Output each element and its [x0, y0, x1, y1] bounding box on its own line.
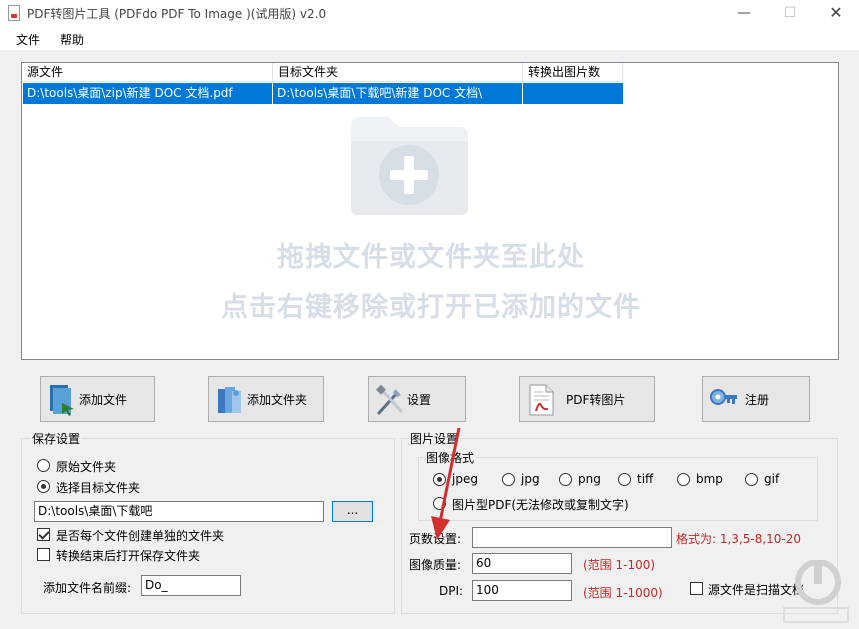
- pages-input[interactable]: [472, 527, 672, 548]
- radio-format-png[interactable]: [559, 473, 572, 486]
- tools-icon: [376, 384, 403, 415]
- radio-format-jpg[interactable]: [502, 473, 515, 486]
- maximize-button[interactable]: ☐: [767, 0, 813, 26]
- window-title: PDF转图片工具 (PDFdo PDF To Image )(试用版) v2.0: [27, 7, 327, 21]
- settings-button[interactable]: 设置: [368, 376, 466, 422]
- add-file-button[interactable]: 添加文件: [40, 376, 155, 422]
- cell-target: D:\tools\桌面\下载吧\新建 DOC 文档\: [273, 83, 523, 104]
- format-gif-label: gif: [764, 472, 780, 486]
- convert-label: PDF转图片: [566, 393, 626, 407]
- minimize-button[interactable]: —: [721, 0, 767, 26]
- add-folder-label: 添加文件夹: [247, 393, 308, 407]
- scanned-checkbox[interactable]: [690, 582, 703, 595]
- column-source[interactable]: 源文件: [22, 63, 273, 82]
- column-image-count[interactable]: 转换出图片数: [523, 63, 623, 82]
- radio-format-gif[interactable]: [745, 473, 758, 486]
- add-folder-icon: [218, 387, 241, 413]
- settings-label: 设置: [407, 393, 432, 407]
- target-folder-label: 选择目标文件夹: [56, 481, 141, 495]
- dpi-input[interactable]: 100: [472, 580, 572, 601]
- drop-hint-line1: 拖拽文件或文件夹至此处: [277, 242, 585, 273]
- register-label: 注册: [745, 393, 770, 407]
- key-icon: [710, 389, 737, 405]
- quality-hint: (范围 1-100): [583, 558, 656, 572]
- open-after-label: 转换结束后打开保存文件夹: [56, 549, 201, 563]
- register-button[interactable]: 注册: [702, 376, 810, 422]
- table-row[interactable]: D:\tools\桌面\zip\新建 DOC 文档.pdf D:\tools\桌…: [23, 83, 623, 104]
- pdf-image-label: 图片型PDF(无法修改或复制文字): [452, 498, 629, 512]
- create-folder-checkbox[interactable]: [37, 528, 50, 541]
- list-header: 源文件 目标文件夹 转换出图片数: [22, 63, 623, 82]
- pdf-icon: [529, 384, 554, 416]
- quality-input[interactable]: 60: [472, 553, 572, 574]
- add-file-label: 添加文件: [79, 393, 128, 407]
- target-path-input[interactable]: D:\tools\桌面\下载吧: [34, 501, 324, 522]
- radio-format-bmp[interactable]: [677, 473, 690, 486]
- create-folder-label: 是否每个文件创建单独的文件夹: [56, 529, 225, 543]
- cell-count: [523, 83, 623, 104]
- original-folder-label: 原始文件夹: [56, 460, 117, 474]
- prefix-input[interactable]: Do_: [141, 575, 241, 596]
- add-file-icon: [50, 385, 74, 416]
- menu-bar: 文件 帮助: [0, 26, 859, 50]
- dpi-label: DPI:: [439, 584, 464, 598]
- cell-source: D:\tools\桌面\zip\新建 DOC 文档.pdf: [23, 83, 273, 104]
- close-button[interactable]: ✕: [813, 0, 859, 26]
- file-list[interactable]: 源文件 目标文件夹 转换出图片数 D:\tools\桌面\zip\新建 DOC …: [21, 62, 839, 360]
- format-tiff-label: tiff: [637, 472, 654, 486]
- drop-hint-line2: 点击右键移除或打开已添加的文件: [221, 292, 641, 323]
- menu-file[interactable]: 文件: [16, 31, 40, 48]
- add-folder-button[interactable]: 添加文件夹: [208, 376, 324, 422]
- column-target[interactable]: 目标文件夹: [273, 63, 523, 82]
- format-jpg-label: jpg: [521, 472, 540, 486]
- save-settings-title: 保存设置: [30, 430, 83, 447]
- watermark-logo: [783, 560, 849, 623]
- quality-label: 图像质量:: [409, 558, 462, 572]
- radio-target-folder[interactable]: [37, 480, 50, 493]
- annotation-arrow: [431, 427, 461, 540]
- convert-button[interactable]: PDF转图片: [519, 376, 655, 422]
- app-icon: [8, 5, 20, 21]
- menu-help[interactable]: 帮助: [60, 31, 84, 48]
- title-bar: PDF转图片工具 (PDFdo PDF To Image )(试用版) v2.0…: [0, 0, 859, 26]
- radio-format-tiff[interactable]: [618, 473, 631, 486]
- prefix-label: 添加文件名前缀:: [43, 581, 132, 595]
- open-after-checkbox[interactable]: [37, 548, 50, 561]
- add-folder-icon: [351, 117, 468, 215]
- pages-hint: 格式为: 1,3,5-8,10-20: [676, 532, 802, 546]
- format-bmp-label: bmp: [696, 472, 723, 486]
- browse-button[interactable]: ...: [332, 501, 373, 522]
- format-png-label: png: [578, 472, 601, 486]
- radio-original-folder[interactable]: [37, 459, 50, 472]
- dpi-hint: (范围 1-1000): [583, 586, 663, 600]
